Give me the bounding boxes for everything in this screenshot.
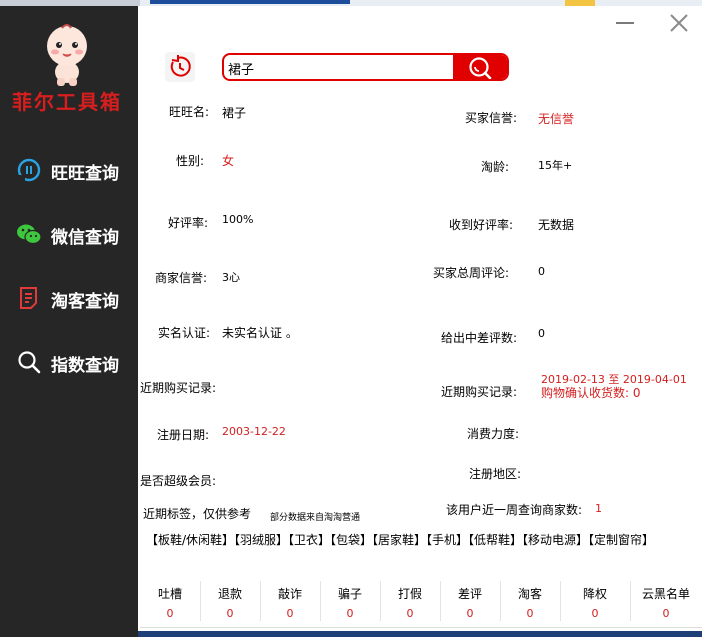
tao-age-value: 15年+: [538, 159, 573, 172]
seller-credit-label: 商家信誉:: [155, 271, 208, 285]
real-name-label: 实名认证:: [158, 326, 211, 340]
bottom-edge: [138, 631, 702, 637]
app-logo: 菲尔工具箱: [0, 6, 138, 116]
stats-table: 吐槽 0 退款 0 敲诈 0 骗子 0 打假 0 差评 0 淘客 0 降权 0 …: [140, 579, 702, 625]
sidebar: 菲尔工具箱 旺旺查询 微信查询 淘客查询 指数查询: [0, 6, 138, 637]
stat-name: 云黑名单: [641, 587, 690, 601]
close-button[interactable]: [668, 12, 690, 34]
refresh-button[interactable]: [164, 51, 196, 83]
search-icon: [469, 57, 492, 79]
stat-name: 降权: [582, 587, 607, 601]
buyer-credit-value: 无信誉: [538, 112, 575, 126]
sidebar-item-label: 指数查询: [51, 356, 119, 376]
tag-list: 【板鞋/休闲鞋】【羽绒服】【卫衣】【包袋】【居家鞋】【手机】【低帮鞋】【移动电源…: [146, 533, 655, 547]
stats-bottom-line: [140, 627, 702, 628]
search-bar: [222, 53, 509, 81]
register-date-label: 注册日期:: [157, 428, 210, 442]
sidebar-item-index[interactable]: 指数查询: [0, 341, 138, 381]
register-region-label: 注册地区:: [469, 467, 522, 481]
recent-purchase-count: 购物确认收货数: 0: [541, 386, 641, 400]
wangwang-icon: [17, 158, 41, 182]
sidebar-item-label: 微信查询: [51, 228, 119, 248]
stat-name: 敲诈: [277, 587, 302, 601]
stat-value: 0: [526, 607, 534, 620]
given-bad-reviews-value: 0: [538, 327, 545, 340]
stat-complaint: 吐槽 0: [140, 579, 200, 625]
sidebar-item-wechat[interactable]: 微信查询: [0, 213, 138, 253]
sidebar-item-wangwang[interactable]: 旺旺查询: [0, 149, 138, 189]
stat-divider: [560, 581, 561, 621]
stat-taoke: 淘客 0: [500, 579, 560, 625]
stat-extortion: 敲诈 0: [260, 579, 320, 625]
stat-name: 吐槽: [157, 587, 182, 601]
document-icon: [20, 287, 37, 309]
stat-value: 0: [286, 607, 294, 620]
search-button[interactable]: [453, 55, 507, 79]
stat-divider: [630, 581, 631, 621]
real-name-value: 未实名认证 。: [222, 326, 298, 340]
stat-cloud-blacklist: 云黑名单 0: [633, 579, 699, 625]
recent-purchase-left-label: 近期购买记录:: [140, 381, 217, 395]
good-rate-value: 100%: [222, 213, 254, 226]
buyer-credit-label: 买家信誉:: [465, 111, 518, 125]
weekly-queries-label: 该用户近一周查询商家数:: [446, 503, 583, 517]
sidebar-item-taoke[interactable]: 淘客查询: [0, 277, 138, 317]
gender-label: 性别:: [176, 154, 205, 168]
buyer-weekly-reviews-value: 0: [538, 265, 545, 278]
register-date-value: 2003-12-22: [222, 425, 286, 438]
refresh-icon: [165, 52, 195, 82]
stat-value: 0: [226, 607, 234, 620]
stat-name: 打假: [397, 587, 422, 601]
stat-name: 淘客: [517, 587, 542, 601]
baby-mascot-icon: [47, 24, 87, 86]
seller-credit-value: 3心: [222, 271, 240, 284]
stat-value: 0: [662, 607, 670, 620]
weekly-queries-value: 1: [595, 502, 602, 515]
given-bad-reviews-label: 给出中差评数:: [441, 331, 518, 345]
good-rate-label: 好评率:: [168, 216, 209, 230]
stat-demoted: 降权 0: [565, 579, 625, 625]
wangwang-name-label: 旺旺名:: [169, 105, 210, 119]
recent-tags-label: 近期标签，仅供参考: [143, 507, 252, 521]
spending-power-label: 消费力度:: [467, 427, 520, 441]
search-icon: [18, 351, 41, 374]
tao-age-label: 淘龄:: [481, 160, 510, 174]
sidebar-item-label: 淘客查询: [51, 292, 119, 312]
stat-value: 0: [591, 607, 599, 620]
stat-value: 0: [466, 607, 474, 620]
stat-counterfeit-hunter: 打假 0: [380, 579, 440, 625]
buyer-weekly-reviews-label: 买家总周评论:: [433, 266, 510, 280]
received-good-rate-value: 无数据: [538, 218, 575, 232]
sidebar-item-label: 旺旺查询: [51, 164, 119, 184]
stat-value: 0: [346, 607, 354, 620]
app-logo-text: 菲尔工具箱: [12, 90, 122, 114]
stat-scammer: 骗子 0: [320, 579, 380, 625]
wangwang-name-value: 裙子: [222, 106, 247, 120]
stat-name: 骗子: [337, 587, 362, 601]
stat-value: 0: [166, 607, 174, 620]
search-input[interactable]: [228, 58, 454, 78]
wechat-icon: [17, 224, 42, 245]
stat-refund: 退款 0: [200, 579, 260, 625]
received-good-rate-label: 收到好评率:: [449, 218, 514, 232]
recent-tags-note: 部分数据来自淘淘营通: [270, 513, 361, 523]
stat-name: 退款: [217, 587, 242, 601]
recent-purchase-right-label: 近期购买记录:: [441, 385, 518, 399]
minimize-icon: [616, 22, 634, 24]
stat-value: 0: [406, 607, 414, 620]
close-icon: [670, 14, 688, 32]
gender-value: 女: [222, 154, 235, 168]
stat-bad-review: 差评 0: [440, 579, 500, 625]
super-member-label: 是否超级会员:: [140, 474, 217, 488]
desktop-strip-blue: [150, 0, 350, 4]
minimize-button[interactable]: [614, 12, 636, 34]
desktop-strip-folder: [565, 0, 595, 6]
stat-name: 差评: [457, 587, 482, 601]
